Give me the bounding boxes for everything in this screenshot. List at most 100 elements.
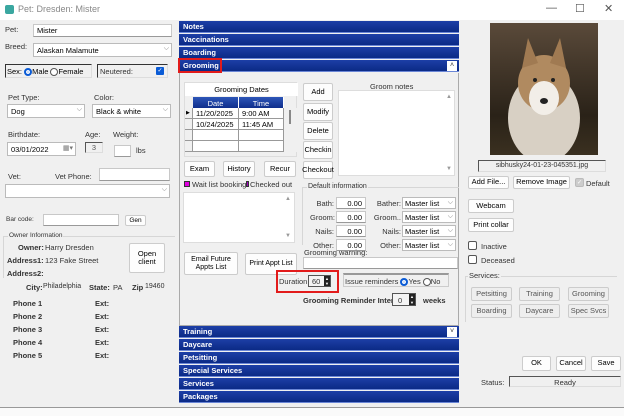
groom-notes-textarea[interactable]: ▲ ▼	[338, 90, 455, 176]
column-header-time[interactable]: Time	[239, 97, 284, 108]
scroll-up-icon[interactable]: ▲	[285, 196, 291, 202]
spinner-arrows-icon[interactable]: ▲ ▼	[324, 276, 330, 286]
section-header-packages[interactable]: Packages	[179, 391, 459, 403]
reminder-interval-spinner[interactable]: 0 ▲ ▼	[392, 293, 416, 306]
vet-select[interactable]: ⌵	[5, 184, 170, 198]
birthdate-picker[interactable]: 03/01/2022 ▦▾	[7, 142, 76, 156]
recur-button[interactable]: Recur	[264, 161, 296, 177]
service-grooming-button[interactable]: Grooming	[568, 287, 609, 301]
exam-button[interactable]: Exam	[184, 161, 215, 177]
ok-button[interactable]: OK	[522, 356, 551, 371]
color-select[interactable]: Black & white ⌵	[92, 104, 171, 118]
scroll-down-icon[interactable]: ▼	[446, 166, 452, 172]
bath-staff-select[interactable]: Master list ⌵	[402, 197, 456, 209]
save-button[interactable]: Save	[591, 356, 621, 371]
sex-male-radio[interactable]	[24, 68, 33, 77]
section-header-notes[interactable]: Notes	[179, 21, 459, 33]
scroll-down-icon[interactable]: ▼	[285, 233, 291, 239]
service-petsitting-button[interactable]: Petsitting	[471, 287, 512, 301]
scroll-up-icon[interactable]: ▲	[446, 94, 452, 100]
breed-select[interactable]: Alaskan Malamute ⌵	[33, 43, 172, 57]
other-staff-select[interactable]: Master list ⌵	[402, 239, 456, 251]
inactive-checkbox[interactable]	[468, 241, 477, 250]
nails-price-input[interactable]: 0.00	[336, 225, 366, 237]
color-label: Color:	[94, 93, 115, 102]
deceased-checkbox[interactable]	[468, 255, 477, 264]
default-image-checkbox[interactable]: ✓	[575, 178, 584, 187]
gen-barcode-button[interactable]: Gen	[125, 215, 146, 226]
row-selector[interactable]	[185, 130, 193, 141]
grid-cell-time[interactable]: 9:00 AM	[239, 108, 284, 119]
grid-cell-date[interactable]	[193, 141, 239, 152]
grooming-dates-grid: Grooming Dates Date Time ▶ 11/20/2025 9:00…	[184, 82, 298, 157]
service-boarding-button[interactable]: Boarding	[471, 304, 512, 318]
maximize-button[interactable]: ☐	[575, 2, 585, 15]
minimize-button[interactable]: —	[546, 2, 557, 14]
duration-spinner[interactable]: 60 ▲ ▼	[308, 275, 331, 287]
section-header-daycare[interactable]: Daycare	[179, 339, 459, 351]
print-collar-button[interactable]: Print collar	[468, 218, 514, 232]
section-header-petsitting[interactable]: Petsitting	[179, 352, 459, 364]
delete-button[interactable]: Delete	[303, 122, 333, 140]
modify-button[interactable]: Modify	[303, 103, 333, 121]
groom-price-input[interactable]: 0.00	[336, 211, 366, 223]
calendar-icon[interactable]: ▦▾	[63, 144, 73, 152]
grid-cell-date[interactable]	[193, 130, 239, 141]
column-header-date[interactable]: Date	[193, 97, 239, 108]
close-button[interactable]: ✕	[604, 2, 613, 15]
grooming-warning-label: Grooming warning:	[304, 248, 368, 257]
neutered-checkbox[interactable]: ✓	[156, 67, 164, 75]
remove-image-button[interactable]: Remove Image	[513, 176, 570, 189]
vet-phone-input[interactable]	[99, 168, 170, 181]
barcode-input[interactable]	[43, 214, 119, 226]
neutered-label: Neutered:	[100, 67, 133, 76]
webcam-button[interactable]: Webcam	[468, 199, 514, 213]
row-selector[interactable]	[185, 141, 193, 152]
grid-cell-date[interactable]: 10/24/2025	[193, 119, 239, 130]
expand-icon[interactable]: ˅	[447, 327, 457, 337]
weight-input[interactable]	[114, 145, 131, 157]
pet-type-select[interactable]: Dog ⌵	[7, 104, 85, 118]
grid-title: Grooming Dates	[185, 83, 298, 96]
groom-staff-value: Master list	[405, 213, 440, 222]
row-selector[interactable]	[185, 119, 193, 130]
section-header-vaccinations[interactable]: Vaccinations	[179, 34, 459, 46]
grid-scrollbar[interactable]	[285, 108, 297, 152]
bath-price-input[interactable]: 0.00	[336, 197, 366, 209]
section-header-services[interactable]: Services	[179, 378, 459, 390]
grid-cell-time[interactable]	[239, 130, 284, 141]
section-header-special-services[interactable]: Special Services	[179, 365, 459, 377]
collapse-icon[interactable]: ˄	[447, 61, 457, 71]
service-daycare-button[interactable]: Daycare	[519, 304, 560, 318]
phone-ext-label: Ext:	[95, 299, 110, 308]
reminder-interval-unit: weeks	[423, 296, 446, 305]
chevron-down-icon: ⌵	[161, 186, 167, 193]
pet-name-input[interactable]: Mister	[33, 24, 172, 37]
spinner-arrows-icon[interactable]: ▲ ▼	[409, 294, 415, 305]
checkout-button[interactable]: Checkout	[302, 161, 334, 179]
history-button[interactable]: History	[223, 161, 255, 177]
service-spec-svcs-button[interactable]: Spec Svcs	[568, 304, 609, 318]
cancel-button[interactable]: Cancel	[556, 356, 586, 371]
nails-staff-select[interactable]: Master list ⌵	[402, 225, 456, 237]
grid-cell-date[interactable]: 11/20/2025	[193, 108, 239, 119]
grid-cell-time[interactable]: 11:45 AM	[239, 119, 284, 130]
groom-staff-select[interactable]: Master list ⌵	[402, 211, 456, 223]
section-header-training[interactable]: Training	[179, 326, 459, 338]
grid-cell-time[interactable]	[239, 141, 284, 152]
email-future-appts-button[interactable]: Email Future Appts List	[184, 252, 238, 275]
service-training-button[interactable]: Training	[519, 287, 560, 301]
waitlist-box[interactable]: ▲ ▼	[183, 192, 295, 243]
vet-phone-label: Vet Phone:	[55, 172, 92, 181]
chevron-down-icon: ⌵	[447, 213, 453, 220]
add-button[interactable]: Add	[303, 83, 333, 101]
default-image-label: Default	[586, 179, 610, 188]
row-selector[interactable]: ▶	[185, 108, 193, 119]
checkin-button[interactable]: Checkin	[303, 141, 333, 159]
birthdate-value: 03/01/2022	[11, 145, 49, 154]
open-client-button[interactable]: Open client	[129, 243, 165, 273]
reminders-no-radio[interactable]	[422, 278, 431, 287]
add-file-button[interactable]: Add File...	[468, 176, 509, 189]
city-label: City:	[26, 283, 43, 292]
grooming-warning-input[interactable]	[303, 257, 458, 269]
